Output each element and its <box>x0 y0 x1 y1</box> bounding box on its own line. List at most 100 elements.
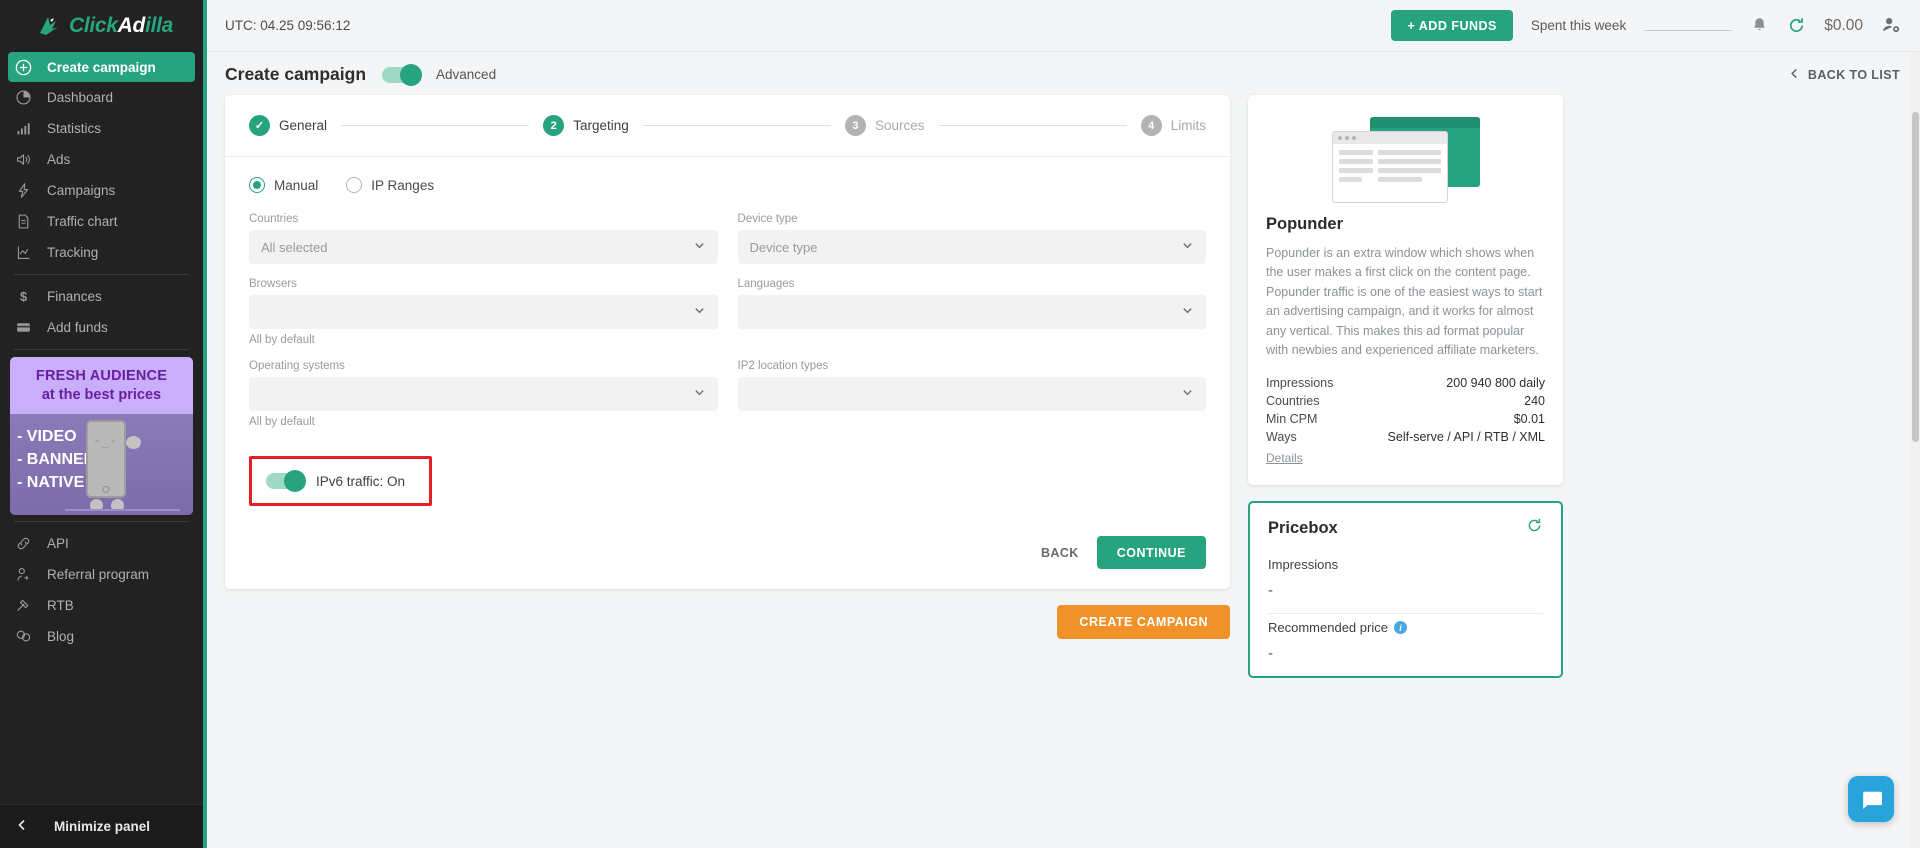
countries-select[interactable]: All selected <box>249 230 718 264</box>
promo-banner-header: FRESH AUDIENCE at the best prices <box>10 357 193 414</box>
page-scrollbar-track[interactable] <box>1911 52 1920 848</box>
sidebar: ClickAdilla Create campaign Dashboard St <box>0 0 203 848</box>
stat-min-cpm: Min CPM $0.01 <box>1266 410 1545 428</box>
sidebar-divider-2 <box>14 349 189 350</box>
sidebar-item-label: Dashboard <box>47 90 114 105</box>
chat-bubble-icon[interactable] <box>1848 776 1894 822</box>
ad-format-description: Popunder is an extra window which shows … <box>1266 246 1543 357</box>
create-campaign-row: CREATE CAMPAIGN <box>225 605 1230 639</box>
sidebar-item-rtb[interactable]: RTB <box>0 590 203 621</box>
page-scrollbar-thumb[interactable] <box>1912 112 1919 442</box>
promo-banner-art: - VIDEO - BANNER - NATIVE ^ ‿ ^ <box>10 414 193 515</box>
user-gear-icon[interactable] <box>1881 15 1902 36</box>
step-sources[interactable]: 3 Sources <box>844 115 925 136</box>
body-grid: ✓ General 2 Targeting 3 Sources 4 Limits… <box>203 95 1920 679</box>
sidebar-item-label: Statistics <box>47 121 102 136</box>
brand-name-part3: illa <box>145 14 174 37</box>
advanced-label: Advanced <box>436 67 497 82</box>
spent-this-week-label: Spent this week <box>1530 18 1627 33</box>
form-actions: BACK CONTINUE <box>225 522 1230 589</box>
pricebox-header: Pricebox <box>1250 503 1561 551</box>
sidebar-item-tracking[interactable]: Tracking <box>0 237 203 268</box>
sidebar-item-campaigns[interactable]: Campaigns <box>0 175 203 206</box>
refresh-icon[interactable] <box>1787 16 1806 35</box>
lightning-icon <box>14 181 33 200</box>
field-browsers: Browsers All by default <box>249 278 718 346</box>
sidebar-item-traffic-chart[interactable]: Traffic chart <box>0 206 203 237</box>
sidebar-item-dashboard[interactable]: Dashboard <box>0 82 203 113</box>
sidebar-item-ads[interactable]: Ads <box>0 144 203 175</box>
utc-clock: UTC: 04.25 09:56:12 <box>225 18 351 33</box>
browsers-select[interactable] <box>249 295 718 329</box>
sidebar-item-blog[interactable]: Blog <box>0 621 203 652</box>
continue-button[interactable]: CONTINUE <box>1096 536 1206 569</box>
device-type-select[interactable]: Device type <box>737 230 1206 264</box>
sidebar-item-label: Campaigns <box>47 183 116 198</box>
field-browsers-label: Browsers <box>249 278 297 290</box>
radio-manual[interactable]: Manual <box>249 177 318 193</box>
step-targeting[interactable]: 2 Targeting <box>543 115 629 136</box>
sidebar-item-statistics[interactable]: Statistics <box>0 113 203 144</box>
create-campaign-button[interactable]: CREATE CAMPAIGN <box>1057 605 1230 639</box>
field-device-type-label: Device type <box>737 213 798 225</box>
account-balance: $0.00 <box>1824 16 1863 34</box>
info-icon[interactable]: i <box>1393 621 1407 635</box>
pricebox-recommended-price: Recommended price i - <box>1250 614 1561 676</box>
operating-systems-hint: All by default <box>249 416 315 428</box>
ipv6-traffic-toggle[interactable] <box>266 470 306 492</box>
add-funds-button[interactable]: + ADD FUNDS <box>1391 10 1513 41</box>
svg-text:$: $ <box>20 289 27 304</box>
radio-ip-ranges[interactable]: IP Ranges <box>346 177 434 193</box>
browsers-hint: All by default <box>249 334 315 346</box>
line-chart-icon <box>14 243 33 262</box>
back-to-list-button[interactable]: BACK TO LIST <box>1789 68 1900 82</box>
details-link[interactable]: Details <box>1266 451 1303 465</box>
step-limits-label: Limits <box>1170 118 1206 133</box>
brand-logo[interactable]: ClickAdilla <box>0 0 203 52</box>
operating-systems-select[interactable] <box>249 377 718 411</box>
step-general[interactable]: ✓ General <box>249 115 327 136</box>
accent-strip <box>203 0 207 848</box>
refresh-icon[interactable] <box>1526 517 1543 539</box>
mascot-arm <box>126 436 141 449</box>
step-general-label: General <box>279 118 328 133</box>
sidebar-item-label: API <box>47 536 69 551</box>
sidebar-item-label: Add funds <box>47 320 108 335</box>
plus-circle-icon <box>14 58 33 77</box>
step-limits[interactable]: 4 Limits <box>1140 115 1206 136</box>
campaign-stepper: ✓ General 2 Targeting 3 Sources 4 Limits <box>225 95 1230 156</box>
field-operating-systems-label: Operating systems <box>249 360 345 372</box>
stat-countries: Countries 240 <box>1266 392 1545 410</box>
stat-impressions-value: 200 940 800 daily <box>1446 376 1545 391</box>
sidebar-item-label: Traffic chart <box>47 214 118 229</box>
ip2-location-types-select[interactable] <box>737 377 1206 411</box>
app-root: ClickAdilla Create campaign Dashboard St <box>0 0 1920 848</box>
field-languages: Languages <box>737 278 1206 346</box>
field-countries-label: Countries <box>249 213 299 225</box>
bell-icon[interactable] <box>1750 16 1769 35</box>
pricebox-recommended-price-value: - <box>1268 645 1273 663</box>
radio-manual-mark <box>249 177 265 193</box>
stat-countries-value: 240 <box>1524 394 1545 409</box>
sidebar-item-api[interactable]: API <box>0 528 203 559</box>
sidebar-item-create-campaign[interactable]: Create campaign <box>8 52 195 82</box>
chevron-left-icon <box>1789 68 1800 82</box>
stat-ways: Ways Self-serve / API / RTB / XML <box>1266 428 1545 446</box>
field-device-type: Device type Device type <box>737 213 1206 264</box>
popunder-front-window-icon <box>1331 131 1448 203</box>
sidebar-item-referral-program[interactable]: Referral program <box>0 559 203 590</box>
clickadilla-logo-icon <box>36 13 62 39</box>
sidebar-item-label: RTB <box>47 598 74 613</box>
chevron-down-icon <box>693 239 706 255</box>
step-targeting-badge: 2 <box>543 115 565 136</box>
sidebar-item-finances[interactable]: $ Finances <box>0 281 203 312</box>
back-button[interactable]: BACK <box>1041 546 1079 560</box>
advanced-toggle[interactable] <box>382 63 423 86</box>
sidebar-nav: Create campaign Dashboard Statistics Ads <box>0 52 203 804</box>
languages-select[interactable] <box>737 295 1206 329</box>
minimize-panel-button[interactable]: Minimize panel <box>0 804 203 848</box>
sidebar-item-add-funds[interactable]: Add funds <box>0 312 203 343</box>
spent-this-week: Spent this week <box>1531 18 1626 33</box>
chevron-down-icon <box>693 304 706 320</box>
promo-banner[interactable]: FRESH AUDIENCE at the best prices - VIDE… <box>10 357 193 515</box>
